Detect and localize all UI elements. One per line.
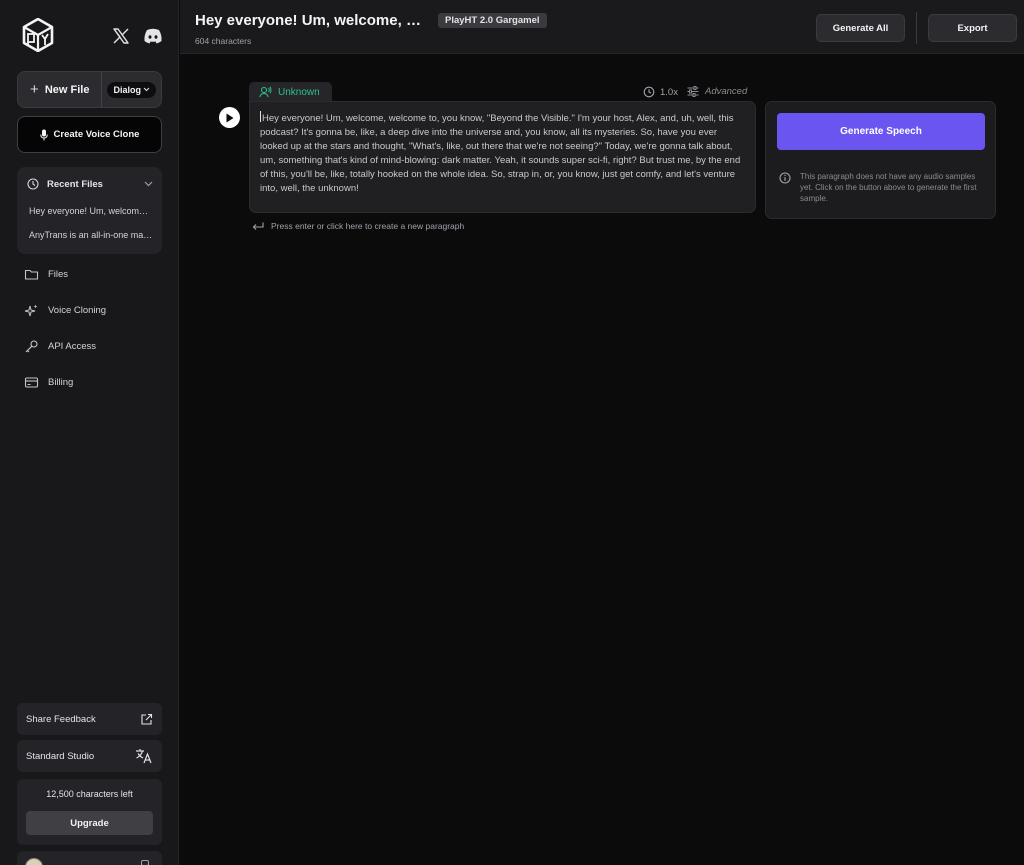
create-voice-clone-label: Create Voice Clone (53, 129, 140, 140)
speed-value: 1.0x (660, 86, 678, 98)
sidebar-item-billing[interactable]: Billing (24, 374, 73, 390)
speaker-name: Unknown (278, 86, 320, 98)
microphone-icon (39, 129, 48, 140)
speed-control[interactable]: 1.0x (643, 86, 678, 98)
sidebar: + New File Dialog Create Voice Clone Rec… (0, 0, 179, 865)
sidebar-item-voice-cloning[interactable]: Voice Cloning (24, 302, 106, 318)
sidebar-item-files[interactable]: Files (24, 266, 68, 282)
sidebar-item-api-access[interactable]: API Access (24, 338, 96, 354)
avatar (25, 858, 43, 865)
audio-samples-info: This paragraph does not have any audio s… (779, 171, 989, 204)
advanced-label: Advanced (705, 86, 748, 97)
recent-files-header[interactable]: Recent Files (27, 177, 153, 191)
playht-logo-icon[interactable] (21, 17, 55, 53)
file-mode-pill: Dialog (107, 81, 156, 98)
standard-studio-label: Standard Studio (26, 750, 95, 762)
recent-file-item[interactable]: AnyTrans is an all-in-one manager (29, 230, 153, 240)
model-badge[interactable]: PlayHT 2.0 Gargamel (438, 13, 547, 28)
new-file-label: New File (44, 83, 90, 96)
generate-all-button[interactable]: Generate All (816, 14, 905, 42)
enter-key-icon (252, 222, 264, 230)
speed-icon (643, 86, 655, 98)
export-button[interactable]: Export (928, 14, 1017, 42)
voice-user-icon (259, 86, 272, 98)
share-feedback-button[interactable]: Share Feedback (17, 703, 162, 735)
info-icon (779, 172, 791, 184)
credit-card-icon (24, 376, 39, 388)
plus-icon: + (30, 80, 39, 98)
divider (916, 12, 917, 44)
folder-icon (24, 269, 39, 280)
sparkles-icon (24, 304, 38, 316)
file-mode-dropdown[interactable]: Dialog (102, 72, 161, 107)
recent-file-item[interactable]: Hey everyone! Um, welcome, welcome to, y… (29, 206, 153, 216)
sidebar-item-label: API Access (48, 340, 97, 352)
generate-speech-panel: Generate Speech This paragraph does not … (765, 101, 996, 219)
translate-icon (136, 749, 152, 764)
clock-icon (27, 178, 39, 190)
file-mode-label: Dialog (113, 84, 141, 95)
share-feedback-label: Share Feedback (26, 713, 96, 725)
sliders-icon (687, 86, 699, 97)
audio-samples-info-text: This paragraph does not have any audio s… (800, 172, 977, 203)
sidebar-item-label: Files (48, 268, 69, 280)
document-title[interactable]: Hey everyone! Um, welcome, welcome to, y… (195, 12, 431, 29)
app-root: + New File Dialog Create Voice Clone Rec… (0, 0, 1024, 865)
speaker-selector[interactable]: Unknown (249, 82, 332, 102)
recent-files-panel: Recent Files Hey everyone! Um, welcome, … (17, 167, 162, 254)
generate-speech-button[interactable]: Generate Speech (777, 113, 985, 150)
standard-studio-button[interactable]: Standard Studio (17, 740, 162, 772)
character-count: 604 characters (195, 36, 252, 46)
new-file-button[interactable]: + New File (18, 72, 101, 107)
sidebar-item-label: Billing (48, 376, 74, 388)
chevron-down-icon (144, 181, 153, 187)
recent-files-title: Recent Files (47, 178, 103, 190)
key-icon (25, 339, 38, 352)
credits-left: 12,500 characters left (46, 789, 133, 799)
new-paragraph-label: Press enter or click here to create a ne… (271, 221, 465, 231)
sidebar-item-label: Voice Cloning (48, 304, 107, 316)
text-caret (260, 111, 261, 122)
discord-icon[interactable] (143, 27, 163, 45)
new-file-control: + New File Dialog (17, 71, 162, 108)
paragraph-editor[interactable]: Hey everyone! Um, welcome, welcome to, y… (249, 101, 756, 213)
user-menu-icon (141, 860, 149, 865)
user-account-bar[interactable] (17, 851, 162, 865)
create-voice-clone-button[interactable]: Create Voice Clone (17, 116, 162, 153)
upgrade-button[interactable]: Upgrade (26, 811, 153, 835)
credits-panel: 12,500 characters left Upgrade (17, 779, 162, 845)
new-paragraph-hint[interactable]: Press enter or click here to create a ne… (252, 221, 464, 231)
paragraph-text: Hey everyone! Um, welcome, welcome to, y… (260, 113, 741, 194)
header: Hey everyone! Um, welcome, welcome to, y… (180, 0, 1024, 54)
play-icon (226, 113, 234, 122)
x-twitter-icon[interactable] (111, 26, 131, 46)
chevron-down-icon (143, 87, 150, 92)
advanced-settings-button[interactable]: Advanced (687, 86, 747, 97)
external-link-icon (141, 713, 153, 725)
play-button[interactable] (219, 107, 240, 128)
